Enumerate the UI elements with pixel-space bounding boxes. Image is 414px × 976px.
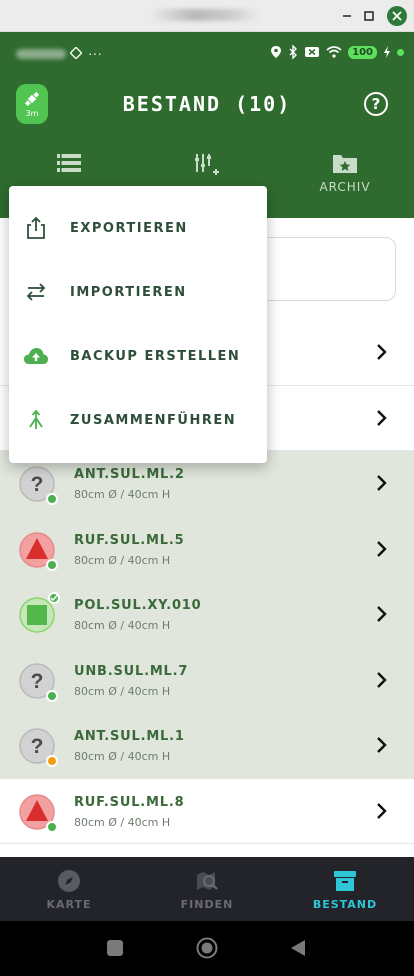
item-size: 80cm Ø / 40cm H bbox=[74, 553, 171, 567]
item-name: RUF.SUL.ML.5 bbox=[74, 532, 185, 548]
more-notifications-icon: ··· bbox=[88, 45, 102, 61]
status-dot bbox=[48, 592, 60, 604]
bluetooth-icon bbox=[289, 45, 298, 59]
item-name: POL.SUL.XY.010 bbox=[74, 598, 202, 613]
chevron-right-icon bbox=[377, 409, 387, 426]
close-button[interactable] bbox=[387, 6, 407, 26]
warning-triangle-icon bbox=[18, 793, 58, 833]
chevron-right-icon bbox=[377, 606, 387, 622]
archive-box-icon bbox=[334, 871, 356, 891]
chevron-right-icon bbox=[377, 540, 387, 557]
item-size: 80cm Ø / 40cm H bbox=[74, 750, 171, 763]
nav-karte[interactable]: KARTE bbox=[0, 857, 138, 921]
back-button[interactable] bbox=[289, 939, 307, 957]
maximize-button[interactable] bbox=[359, 6, 379, 26]
item-size: 80cm Ø / 40cm H bbox=[74, 684, 171, 698]
compass-icon bbox=[58, 870, 80, 892]
actions-menu: EXPORTIEREN IMPORTIEREN BACKUP ERSTELLEN… bbox=[9, 186, 267, 463]
filter-add-icon bbox=[195, 154, 219, 175]
list-item[interactable]: POL.SUL.XY.010 80cm Ø / 40cm H bbox=[0, 582, 414, 648]
chevron-right-icon bbox=[377, 344, 387, 360]
close-icon bbox=[392, 11, 402, 21]
list-item[interactable]: ? ANT.SUL.ML.1 80cm Ø / 40cm H bbox=[0, 713, 414, 779]
status-dot bbox=[46, 493, 58, 505]
unknown-object-icon: ? bbox=[18, 727, 58, 767]
notification-dot bbox=[397, 48, 404, 56]
status-dot bbox=[46, 820, 58, 833]
svg-text:?: ? bbox=[31, 473, 44, 496]
list-item[interactable]: ? UNB.SUL.ML.7 80cm Ø / 40cm H bbox=[0, 647, 414, 713]
recents-button[interactable] bbox=[106, 939, 124, 957]
bottom-nav: KARTE FINDEN BESTAND bbox=[0, 857, 414, 921]
window-titlebar bbox=[0, 0, 414, 32]
chevron-right-icon bbox=[377, 475, 387, 491]
nav-bestand[interactable]: BESTAND bbox=[276, 857, 414, 921]
page-title: BESTAND (10) bbox=[122, 92, 292, 116]
no-data-icon bbox=[305, 47, 320, 57]
chevron-right-icon bbox=[377, 671, 387, 688]
minimize-icon bbox=[343, 15, 351, 17]
unknown-object-icon: ? bbox=[18, 465, 58, 505]
location-icon bbox=[271, 46, 282, 58]
search-map-icon bbox=[197, 872, 218, 890]
warning-triangle-icon bbox=[18, 531, 58, 571]
menu-item-import[interactable]: IMPORTIEREN bbox=[9, 260, 267, 324]
menu-item-backup[interactable]: BACKUP ERSTELLEN bbox=[9, 324, 267, 388]
item-name: RUF.SUL.ML.8 bbox=[74, 794, 185, 810]
svg-text:?: ? bbox=[31, 735, 44, 758]
wifi-icon bbox=[326, 46, 342, 58]
item-size: 80cm Ø / 40cm H bbox=[74, 815, 171, 829]
charging-icon bbox=[384, 46, 390, 58]
swap-arrows-icon bbox=[26, 283, 46, 301]
battery-level: 100 bbox=[348, 45, 377, 59]
status-dot bbox=[46, 558, 58, 571]
merge-icon bbox=[29, 409, 43, 429]
maximize-icon bbox=[364, 11, 374, 21]
list-item[interactable]: RUF.SUL.ML.8 80cm Ø / 40cm H bbox=[0, 779, 414, 844]
tab-archiv-label: ARCHIV bbox=[319, 180, 371, 194]
sync-icon bbox=[70, 47, 82, 59]
help-button[interactable]: ? bbox=[364, 92, 388, 116]
status-bar: ··· 100 bbox=[0, 32, 414, 76]
item-size: 80cm Ø / 40cm H bbox=[74, 619, 171, 632]
list-item[interactable]: RUF.SUL.ML.5 80cm Ø / 40cm H bbox=[0, 516, 414, 582]
item-name: ANT.SUL.ML.1 bbox=[74, 729, 185, 744]
unknown-object-icon: ? bbox=[18, 662, 58, 702]
status-dot bbox=[46, 689, 58, 702]
status-dot bbox=[46, 755, 58, 767]
tab-archiv[interactable]: ARCHIV bbox=[276, 144, 414, 218]
minimize-button[interactable] bbox=[337, 6, 357, 26]
cloud-upload-icon bbox=[24, 348, 48, 364]
menu-item-merge[interactable]: ZUSAMMENFÜHREN bbox=[9, 388, 267, 452]
menu-item-export[interactable]: EXPORTIEREN bbox=[9, 196, 267, 260]
home-button[interactable] bbox=[196, 937, 218, 959]
folder-star-icon bbox=[333, 155, 357, 173]
item-name: UNB.SUL.ML.7 bbox=[74, 663, 189, 679]
square-object-icon bbox=[18, 592, 60, 634]
window-title-blurred bbox=[150, 9, 260, 21]
item-size: 80cm Ø / 40cm H bbox=[74, 488, 171, 501]
list-icon bbox=[57, 154, 81, 172]
nav-finden[interactable]: FINDEN bbox=[138, 857, 276, 921]
chevron-right-icon bbox=[377, 802, 387, 819]
status-time-blurred bbox=[16, 49, 66, 59]
share-export-icon bbox=[27, 216, 45, 239]
svg-text:?: ? bbox=[31, 670, 44, 693]
item-name: ANT.SUL.ML.2 bbox=[74, 467, 185, 482]
system-nav-bar bbox=[0, 921, 414, 976]
chevron-right-icon bbox=[377, 737, 387, 753]
